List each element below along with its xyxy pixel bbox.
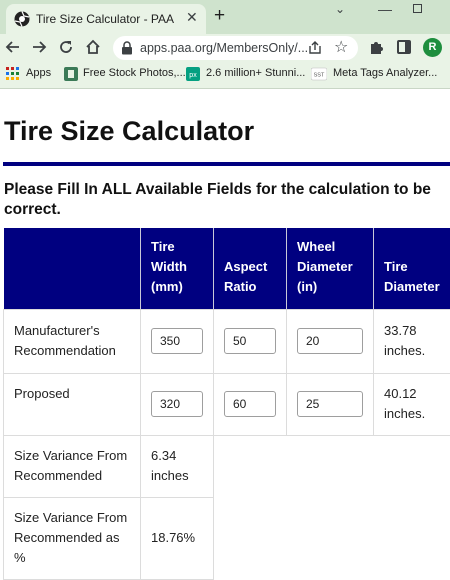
empty-cell bbox=[214, 497, 287, 579]
forward-arrow-icon[interactable] bbox=[30, 38, 48, 56]
cell-aspect-ratio bbox=[213, 372, 287, 436]
size-variance-percent-label: Size Variance From Recommended as % bbox=[3, 496, 141, 580]
stock-photos-favicon-icon bbox=[64, 67, 78, 81]
url-text[interactable]: apps.paa.org/MembersOnly/... bbox=[140, 41, 308, 55]
share-icon[interactable] bbox=[307, 40, 323, 56]
empty-cell bbox=[374, 497, 450, 579]
manufacturer-wheel-diameter-input[interactable] bbox=[297, 328, 363, 354]
size-variance-percent-value: 18.76% bbox=[140, 496, 214, 580]
row-label-proposed: Proposed bbox=[3, 372, 141, 436]
header-wheel-diameter: Wheel Diameter (in) bbox=[286, 228, 374, 309]
browser-toolbar: apps.paa.org/MembersOnly/... ☆ R bbox=[0, 34, 450, 62]
side-panel-icon[interactable] bbox=[397, 40, 411, 54]
apps-grid-icon[interactable] bbox=[6, 67, 20, 81]
bookmark-free-stock-photos[interactable]: Free Stock Photos,... bbox=[83, 67, 186, 79]
proposed-tire-width-input[interactable] bbox=[151, 391, 203, 417]
bookmark-star-icon[interactable]: ☆ bbox=[334, 37, 348, 57]
bookmarks-bar: Apps Free Stock Photos,... px 2.6 millio… bbox=[0, 62, 450, 88]
bookmark-meta-tags-analyzer[interactable]: Meta Tags Analyzer... bbox=[333, 67, 437, 79]
empty-cell bbox=[287, 497, 374, 579]
maximize-window-icon[interactable] bbox=[413, 4, 422, 13]
site-favicon-icon bbox=[14, 11, 30, 27]
minimize-window-icon[interactable]: — bbox=[378, 1, 392, 17]
address-bar[interactable]: apps.paa.org/MembersOnly/... ☆ bbox=[113, 36, 358, 60]
pexels-favicon-text: px bbox=[189, 72, 197, 79]
table-row: Size Variance From Recommended as % 18.7… bbox=[3, 496, 450, 580]
sst-favicon-text: SST bbox=[314, 73, 325, 79]
header-blank bbox=[3, 228, 141, 309]
tab-search-chevron-icon[interactable]: ⌄ bbox=[335, 2, 345, 16]
tab-title: Tire Size Calculator - PAA bbox=[36, 12, 175, 26]
lock-icon[interactable] bbox=[121, 41, 133, 55]
tire-calculator-table: Tire Width (mm) Aspect Ratio Wheel Diame… bbox=[3, 228, 450, 580]
empty-cell bbox=[374, 435, 450, 497]
reload-icon[interactable] bbox=[57, 38, 75, 56]
header-tire-diameter: Tire Diameter bbox=[373, 228, 450, 309]
extensions-puzzle-icon[interactable] bbox=[369, 39, 385, 55]
tab-strip: Tire Size Calculator - PAA ✕ + ⌄ — bbox=[0, 0, 450, 34]
row-label-manufacturer: Manufacturer's Recommendation bbox=[3, 308, 141, 374]
instructions-text: Please Fill In ALL Available Fields for … bbox=[4, 181, 431, 218]
close-tab-icon[interactable]: ✕ bbox=[186, 9, 198, 26]
table-row: Proposed 40.12 inches. bbox=[3, 372, 450, 436]
back-arrow-icon[interactable] bbox=[4, 38, 22, 56]
home-icon[interactable] bbox=[84, 38, 102, 56]
profile-avatar[interactable]: R bbox=[423, 38, 442, 57]
bookmark-stunning-images[interactable]: 2.6 million+ Stunni... bbox=[206, 67, 305, 79]
manufacturer-aspect-ratio-input[interactable] bbox=[224, 328, 276, 354]
manufacturer-tire-diameter-value: 33.78 inches. bbox=[373, 308, 450, 374]
cell-tire-width bbox=[140, 372, 214, 436]
cell-wheel-diameter bbox=[286, 308, 374, 374]
size-variance-value: 6.34 inches bbox=[140, 434, 214, 498]
table-row: Size Variance From Recommended 6.34 inch… bbox=[3, 434, 450, 498]
manufacturer-tire-width-input[interactable] bbox=[151, 328, 203, 354]
cell-wheel-diameter bbox=[286, 372, 374, 436]
cell-tire-width bbox=[140, 308, 214, 374]
pexels-favicon-icon: px bbox=[186, 67, 200, 81]
cell-aspect-ratio bbox=[213, 308, 287, 374]
browser-tab[interactable]: Tire Size Calculator - PAA ✕ bbox=[6, 4, 206, 34]
chrome-divider bbox=[0, 88, 450, 89]
size-variance-label: Size Variance From Recommended bbox=[3, 434, 141, 498]
empty-cell bbox=[214, 435, 287, 497]
header-tire-width: Tire Width (mm) bbox=[140, 228, 214, 309]
proposed-tire-diameter-value: 40.12 inches. bbox=[373, 372, 450, 436]
proposed-aspect-ratio-input[interactable] bbox=[224, 391, 276, 417]
sst-favicon-icon: SST bbox=[311, 67, 327, 81]
page-title: Tire Size Calculator bbox=[4, 116, 255, 146]
header-aspect-ratio: Aspect Ratio bbox=[213, 228, 287, 309]
table-header-row: Tire Width (mm) Aspect Ratio Wheel Diame… bbox=[3, 228, 450, 309]
proposed-wheel-diameter-input[interactable] bbox=[297, 391, 363, 417]
new-tab-button[interactable]: + bbox=[214, 5, 225, 27]
title-divider bbox=[3, 162, 450, 166]
empty-cell bbox=[287, 435, 374, 497]
table-row: Manufacturer's Recommendation 33.78 inch… bbox=[3, 308, 450, 374]
bookmark-apps[interactable]: Apps bbox=[26, 67, 51, 79]
